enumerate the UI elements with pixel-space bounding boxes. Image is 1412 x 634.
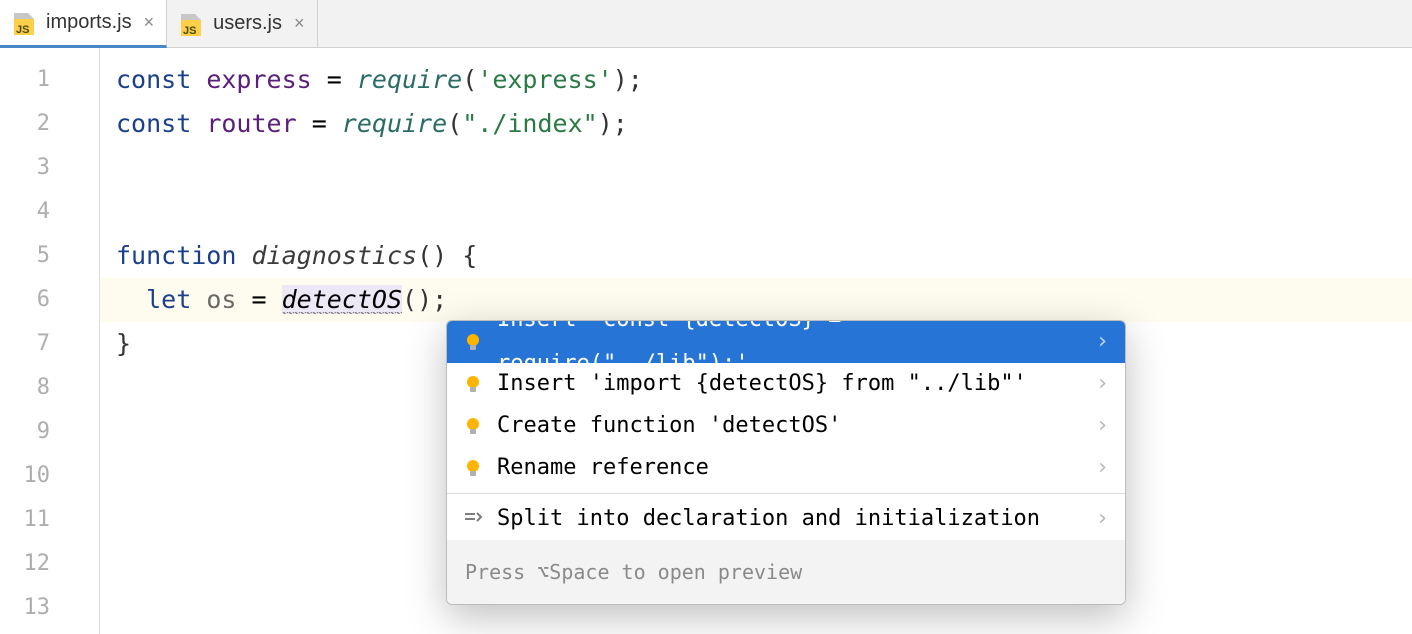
intention-item-split[interactable]: Split into declaration and initializatio…	[447, 498, 1125, 540]
chevron-right-icon: ›	[1096, 362, 1109, 406]
line-number: 5	[0, 234, 100, 278]
js-file-icon: JS	[181, 12, 205, 36]
tab-bar: JS imports.js × JS users.js ×	[0, 0, 1412, 48]
code-line: const express = require('express');	[100, 58, 1412, 102]
separator	[447, 493, 1125, 494]
lightbulb-icon	[463, 416, 483, 436]
chevron-right-icon: ›	[1096, 404, 1109, 448]
line-number: 8	[0, 366, 100, 410]
intention-item-create-function[interactable]: Create function 'detectOS' ›	[447, 405, 1125, 447]
line-number: 9	[0, 410, 100, 454]
chevron-right-icon: ›	[1096, 446, 1109, 490]
code-line	[100, 190, 1412, 234]
intention-label: Create function 'detectOS'	[497, 404, 841, 448]
line-number: 7	[0, 322, 100, 366]
line-number: 4	[0, 190, 100, 234]
line-number: 2	[0, 102, 100, 146]
close-icon[interactable]: ×	[144, 12, 155, 33]
intention-item-rename[interactable]: Rename reference ›	[447, 447, 1125, 489]
code-editor[interactable]: 1 2 3 4 5 6 7 8 9 10 11 12 13 const expr…	[0, 48, 1412, 634]
svg-text:JS: JS	[183, 25, 196, 36]
code-line	[100, 146, 1412, 190]
tab-label: users.js	[213, 12, 282, 35]
intention-label: Split into declaration and initializatio…	[497, 497, 1040, 541]
intention-popup: Insert 'const {detectOS} = require("../l…	[446, 320, 1126, 605]
line-number: 11	[0, 498, 100, 542]
intention-item-insert-import[interactable]: Insert 'import {detectOS} from "../lib"'…	[447, 363, 1125, 405]
intention-label: Rename reference	[497, 446, 709, 490]
popup-hint: Press ⌥Space to open preview	[447, 540, 1125, 604]
lightbulb-icon	[463, 332, 483, 352]
line-number: 12	[0, 542, 100, 586]
intention-label: Insert 'import {detectOS} from "../lib"'	[497, 362, 1027, 406]
line-number: 13	[0, 586, 100, 630]
lightbulb-icon	[463, 374, 483, 394]
chevron-right-icon: ›	[1096, 497, 1109, 541]
chevron-right-icon: ›	[1096, 320, 1109, 364]
line-number: 10	[0, 454, 100, 498]
code-line: const router = require("./index");	[100, 102, 1412, 146]
line-number: 6	[0, 278, 100, 322]
line-number: 1	[0, 58, 100, 102]
lightbulb-icon	[463, 458, 483, 478]
js-file-icon: JS	[14, 11, 38, 35]
svg-text:JS: JS	[16, 24, 29, 35]
tab-imports[interactable]: JS imports.js ×	[0, 0, 167, 48]
code-line-active: let os = detectOS();	[100, 278, 1412, 322]
tab-label: imports.js	[46, 11, 132, 34]
line-number: 3	[0, 146, 100, 190]
gutter: 1 2 3 4 5 6 7 8 9 10 11 12 13	[0, 48, 100, 634]
close-icon[interactable]: ×	[294, 13, 305, 34]
code-line: function diagnostics() {	[100, 234, 1412, 278]
unresolved-reference: detectOS	[282, 285, 402, 314]
tab-users[interactable]: JS users.js ×	[167, 0, 317, 47]
intention-item-insert-require[interactable]: Insert 'const {detectOS} = require("../l…	[447, 321, 1125, 363]
split-icon	[463, 509, 483, 529]
code-area[interactable]: const express = require('express'); cons…	[100, 48, 1412, 634]
